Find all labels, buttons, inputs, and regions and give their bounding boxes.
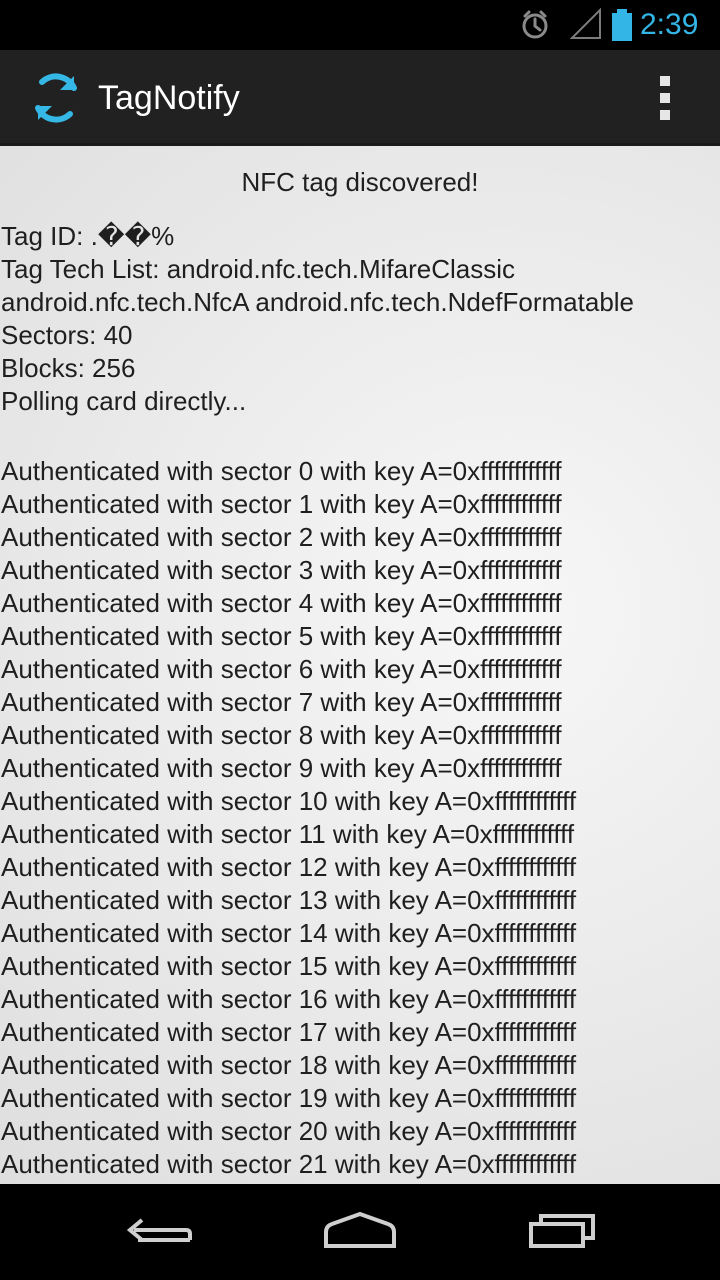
home-icon[interactable] — [323, 1210, 397, 1252]
status-time: 2:39 — [640, 8, 699, 41]
auth-log-line: Authenticated with sector 11 with key A=… — [1, 819, 575, 849]
overflow-menu-icon — [660, 76, 670, 86]
android-screen: 2:39 TagNotify NFC tag discovered! Tag I… — [0, 0, 720, 1280]
back-icon[interactable] — [124, 1210, 198, 1252]
auth-log-line: Authenticated with sector 10 with key A=… — [1, 786, 577, 816]
log-spacer — [1, 418, 719, 455]
app-title: TagNotify — [98, 79, 240, 117]
recent-apps-icon[interactable] — [526, 1210, 600, 1252]
auth-log-line: Authenticated with sector 14 with key A=… — [1, 918, 577, 948]
auth-log-line: Authenticated with sector 17 with key A=… — [1, 1017, 577, 1047]
auth-log-line: Authenticated with sector 0 with key A=0… — [1, 456, 562, 486]
scroll-content[interactable]: NFC tag discovered! Tag ID: .��% Tag Tec… — [0, 146, 720, 1184]
auth-log-line: Authenticated with sector 13 with key A=… — [1, 885, 577, 915]
auth-log-line: Authenticated with sector 5 with key A=0… — [1, 621, 562, 651]
auth-log-line: Authenticated with sector 8 with key A=0… — [1, 720, 562, 750]
auth-log-line: Authenticated with sector 3 with key A=0… — [1, 555, 562, 585]
overflow-menu-icon — [660, 93, 670, 103]
auth-log-line: Authenticated with sector 16 with key A=… — [1, 984, 577, 1014]
auth-log-line: Authenticated with sector 20 with key A=… — [1, 1116, 577, 1146]
action-bar: TagNotify — [0, 50, 720, 146]
auth-log-line: Authenticated with sector 6 with key A=0… — [1, 654, 562, 684]
auth-log-line: Authenticated with sector 4 with key A=0… — [1, 588, 562, 618]
overflow-menu-button[interactable] — [650, 76, 680, 120]
tag-log: Tag ID: .��% Tag Tech List: android.nfc.… — [1, 220, 719, 1181]
sectors-line: Sectors: 40 — [1, 320, 133, 350]
auth-log-line: Authenticated with sector 21 with key A=… — [1, 1149, 577, 1179]
tag-id-line: Tag ID: .��% — [1, 221, 175, 251]
auth-log-line: Authenticated with sector 12 with key A=… — [1, 852, 577, 882]
alarm-icon — [522, 10, 548, 39]
auth-log-line: Authenticated with sector 9 with key A=0… — [1, 753, 562, 783]
polling-line: Polling card directly... — [1, 386, 247, 416]
auth-log-line: Authenticated with sector 19 with key A=… — [1, 1083, 577, 1113]
tag-tech-list: Tag Tech List: android.nfc.tech.MifareCl… — [1, 254, 635, 317]
auth-log-line: Authenticated with sector 18 with key A=… — [1, 1050, 577, 1080]
auth-log-line: Authenticated with sector 2 with key A=0… — [1, 522, 562, 552]
navigation-bar — [0, 1184, 720, 1280]
auth-log-line: Authenticated with sector 15 with key A=… — [1, 951, 577, 981]
overflow-menu-icon — [660, 110, 670, 120]
auth-log-line: Authenticated with sector 1 with key A=0… — [1, 489, 562, 519]
battery-icon — [612, 9, 632, 41]
sync-icon[interactable] — [28, 70, 84, 126]
auth-log-line: Authenticated with sector 7 with key A=0… — [1, 687, 562, 717]
status-bar: 2:39 — [0, 0, 720, 50]
signal-icon — [570, 8, 601, 39]
nfc-discovered-title: NFC tag discovered! — [241, 167, 479, 197]
blocks-line: Blocks: 256 — [1, 353, 136, 383]
